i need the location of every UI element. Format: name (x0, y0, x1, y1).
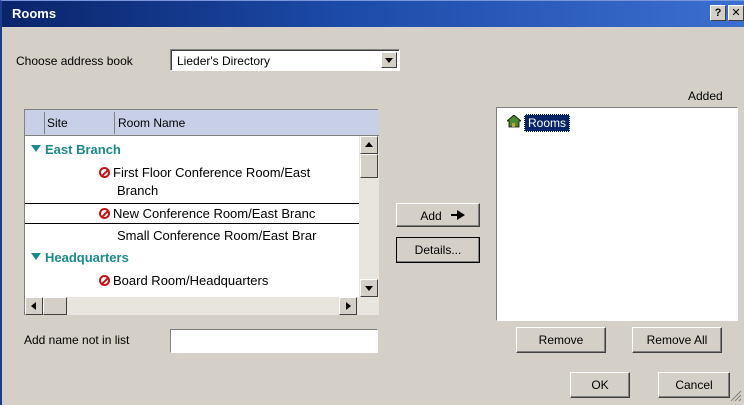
remove-button-label: Remove (538, 333, 584, 347)
ok-button-label: OK (591, 378, 609, 392)
group-name: Headquarters (45, 250, 129, 265)
group-headquarters[interactable]: Headquarters (31, 250, 129, 265)
resize-grip[interactable] (730, 390, 742, 402)
scroll-right-button[interactable] (339, 297, 357, 315)
address-book-select[interactable]: Lieder's Directory (170, 49, 400, 71)
ok-button[interactable]: OK (570, 372, 630, 398)
room-name: Small Conference Room/East Brar (117, 228, 317, 243)
address-book-label: Choose address book (16, 54, 133, 68)
room-list[interactable]: Site Room Name East Branch First Floor C… (24, 109, 379, 315)
group-name: East Branch (45, 142, 121, 157)
arrow-up-icon (365, 142, 373, 147)
add-button[interactable]: Add (396, 203, 480, 227)
scroll-down-button[interactable] (360, 279, 378, 297)
column-divider (114, 112, 115, 134)
column-room-name[interactable]: Room Name (118, 116, 185, 130)
remove-button[interactable]: Remove (516, 327, 606, 353)
expand-triangle-icon (31, 145, 41, 152)
rooms-dialog: Rooms ? ✕ Choose address book Lieder's D… (0, 0, 744, 405)
arrow-right-icon (457, 210, 465, 220)
add-name-label: Add name not in list (24, 333, 130, 347)
details-button[interactable]: Details... (396, 237, 480, 263)
list-item[interactable]: Rooms (505, 114, 571, 133)
cancel-button-label: Cancel (675, 378, 713, 392)
arrow-shaft (451, 214, 458, 216)
window-title: Rooms (12, 6, 57, 21)
row-separator (25, 203, 359, 204)
room-name-continued: Branch (117, 183, 159, 198)
no-entry-icon (99, 208, 110, 219)
dropdown-button[interactable] (381, 52, 397, 68)
added-header: Added (688, 89, 723, 103)
list-item[interactable]: Board Room/Headquarters (99, 273, 268, 288)
scroll-thumb[interactable] (43, 297, 67, 315)
column-divider (44, 112, 45, 134)
added-item-label: Rooms (524, 114, 571, 132)
list-item[interactable]: New Conference Room/East Branc (99, 206, 315, 221)
house-icon (505, 114, 523, 128)
add-name-input[interactable] (170, 329, 378, 353)
scroll-thumb[interactable] (360, 154, 378, 178)
remove-all-button[interactable]: Remove All (632, 327, 722, 353)
arrow-down-icon (365, 286, 373, 291)
expand-triangle-icon (31, 253, 41, 260)
arrow-left-icon (31, 302, 36, 310)
no-entry-icon (99, 167, 110, 178)
list-item[interactable]: First Floor Conference Room/East (99, 165, 310, 180)
group-east-branch[interactable]: East Branch (31, 142, 121, 157)
title-bar[interactable]: Rooms ? ✕ (2, 1, 744, 27)
arrow-right-icon (346, 302, 351, 310)
room-name: Board Room/Headquarters (113, 273, 269, 288)
horizontal-scrollbar[interactable] (25, 297, 379, 315)
room-name: First Floor Conference Room/East (113, 165, 311, 180)
address-book-value: Lieder's Directory (177, 54, 270, 68)
scroll-left-button[interactable] (25, 297, 43, 315)
list-item[interactable]: Small Conference Room/East Brar (117, 228, 316, 243)
close-button[interactable]: ✕ (728, 5, 744, 21)
list-header: Site Room Name (25, 110, 379, 136)
room-name: New Conference Room/East Branc (113, 206, 316, 221)
scroll-up-button[interactable] (360, 136, 378, 154)
column-site[interactable]: Site (47, 116, 68, 130)
added-list[interactable]: Rooms (496, 107, 738, 321)
chevron-down-icon (385, 58, 393, 63)
cancel-button[interactable]: Cancel (658, 372, 730, 398)
help-button[interactable]: ? (710, 5, 726, 21)
no-entry-icon (99, 275, 110, 286)
row-separator (25, 223, 359, 224)
vertical-scrollbar[interactable] (359, 136, 379, 297)
remove-all-button-label: Remove All (646, 333, 708, 347)
details-button-label: Details... (414, 243, 462, 257)
